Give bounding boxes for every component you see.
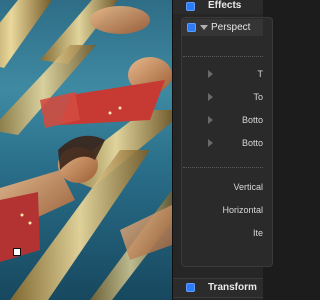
transform-enable-checkbox[interactable] xyxy=(186,283,195,292)
video-canvas[interactable] xyxy=(0,0,172,300)
param-label: Botto xyxy=(241,115,263,125)
disclosure-down-icon[interactable] xyxy=(200,25,208,30)
section-divider xyxy=(183,167,263,168)
param-label: Botto xyxy=(241,138,263,148)
disclosure-right-icon[interactable] xyxy=(208,116,213,124)
perspective-enable-checkbox[interactable] xyxy=(187,23,196,32)
effects-header: Effects xyxy=(173,0,263,14)
param-label: T xyxy=(257,69,264,79)
section-divider xyxy=(183,56,263,57)
inspector-panel: Effects Perspect T To Botto Botto Vertic… xyxy=(172,0,273,300)
setting-label-items: Ite xyxy=(252,228,263,238)
perspective-effect-header[interactable]: Perspect xyxy=(182,19,263,36)
disclosure-right-icon[interactable] xyxy=(208,139,213,147)
perspective-effect-name: Perspect xyxy=(211,22,251,33)
perspective-corner-handle[interactable] xyxy=(13,248,21,256)
effects-label: Effects xyxy=(208,0,242,11)
perspective-strips-image xyxy=(0,0,172,300)
transform-label: Transform xyxy=(208,282,257,293)
disclosure-right-icon[interactable] xyxy=(208,70,213,78)
disclosure-right-icon[interactable] xyxy=(208,93,213,101)
transform-header[interactable]: Transform xyxy=(173,278,263,298)
effects-enable-checkbox[interactable] xyxy=(186,2,195,11)
setting-label-vertical: Vertical xyxy=(233,182,263,192)
setting-label-horizontal: Horizontal xyxy=(222,205,263,215)
param-label: To xyxy=(253,92,263,102)
